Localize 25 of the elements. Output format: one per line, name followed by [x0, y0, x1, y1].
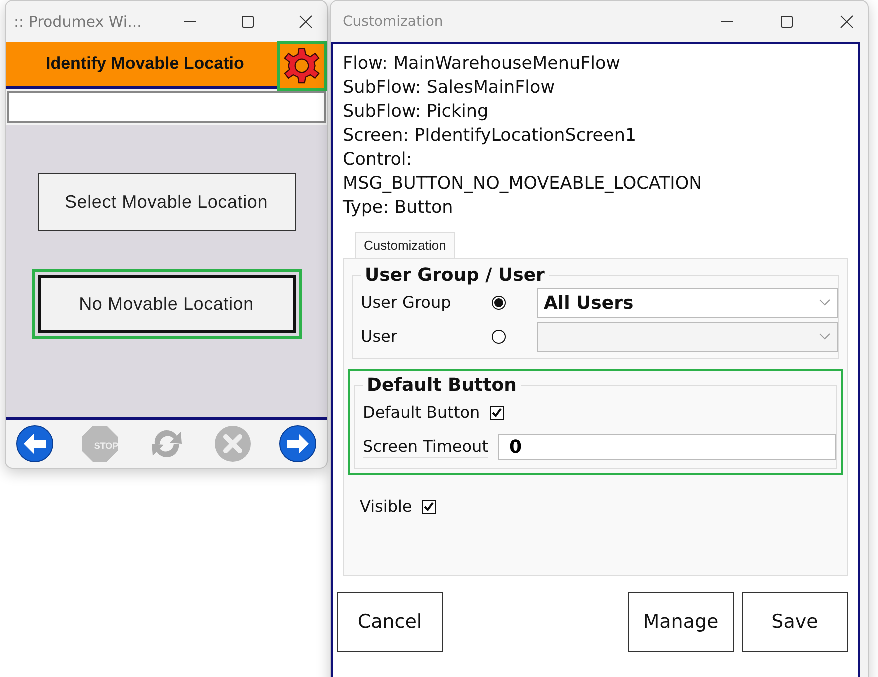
dialog-button[interactable]: Cancel: [337, 592, 443, 652]
window-title: :: Produmex Wi...: [14, 12, 142, 30]
info-line: Type: Button: [343, 197, 454, 220]
group-title: Default Button: [366, 375, 518, 396]
dropdown[interactable]: All Users: [537, 288, 838, 318]
dialog-button[interactable]: Save: [742, 592, 848, 652]
info-line: Control:: [343, 149, 414, 172]
field-label: Default Button: [363, 403, 480, 423]
info-line: Flow: MainWarehouseMenuFlow: [343, 53, 622, 76]
field-label: Visible: [360, 497, 412, 517]
info-line: SubFlow: Picking: [343, 101, 490, 124]
info-line: MSG_BUTTON_NO_MOVEABLE_LOCATION: [343, 173, 704, 196]
action-button[interactable]: Select Movable Location: [38, 173, 296, 231]
window-title: Customization: [342, 14, 444, 30]
field-label: User Group: [361, 293, 452, 313]
input-field[interactable]: 0: [498, 434, 836, 460]
info-line: Screen: PIdentifyLocationScreen1: [343, 125, 638, 148]
screen-title: Identify Movable Locatio: [46, 54, 244, 74]
tab[interactable]: Customization: [355, 232, 456, 258]
field-label: Screen Timeout: [363, 436, 488, 458]
field-label: User: [361, 327, 398, 347]
action-button[interactable]: No Movable Location: [38, 275, 296, 333]
dialog-button[interactable]: Manage: [628, 592, 734, 652]
group-title: User Group / User: [364, 265, 546, 286]
info-line: SubFlow: SalesMainFlow: [343, 77, 556, 100]
